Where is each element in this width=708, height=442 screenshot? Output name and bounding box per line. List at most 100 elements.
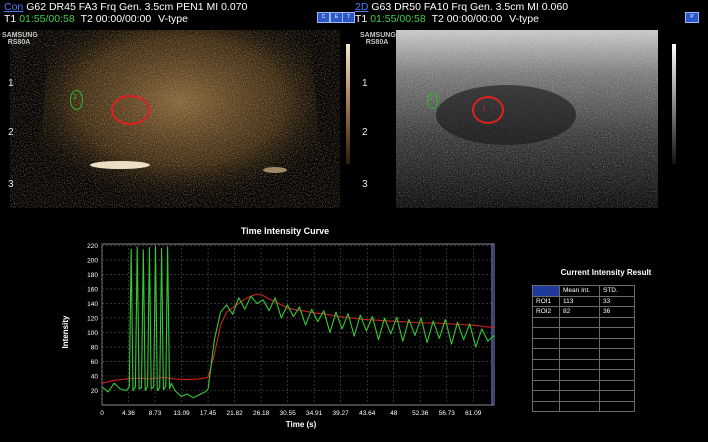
right-vtype: V-type bbox=[509, 13, 539, 25]
roi1-marker-left[interactable] bbox=[111, 95, 150, 125]
table-cell bbox=[559, 327, 600, 339]
right-params: G63 DR50 FA10 Frq Gen. 3.5cm MI 0.060 bbox=[371, 1, 569, 13]
table-cell bbox=[599, 358, 635, 370]
tic-panel: 0 4.36 8.73 13.09 17.45 21.82 26.18 30.55 34.91 3… bbox=[54, 238, 508, 430]
x-tick-label: 21.82 bbox=[226, 410, 243, 417]
right-header-line2: T1 01:55/00:58 T2 00:00/00:00 V-type bbox=[355, 13, 539, 25]
table-row bbox=[532, 358, 635, 370]
table-row bbox=[532, 327, 635, 339]
left-header-line1: Con G62 DR45 FA3 Frq Gen. 3.5cm PEN1 MI … bbox=[4, 1, 247, 13]
table-cell bbox=[599, 379, 635, 391]
y-tick-label: 220 bbox=[87, 243, 98, 250]
table-cell bbox=[599, 369, 635, 381]
table-cell bbox=[559, 348, 600, 360]
left-t2-value: 00:00/00:00 bbox=[95, 13, 152, 25]
table-cell bbox=[532, 316, 560, 328]
table-row bbox=[532, 337, 635, 349]
right-mode-label[interactable]: 2D bbox=[355, 1, 368, 13]
x-tick-label: 26.18 bbox=[253, 410, 270, 417]
x-tick-label: 30.55 bbox=[280, 410, 297, 417]
left-depth-2: 2 bbox=[8, 127, 14, 138]
roi1-marker-right[interactable] bbox=[472, 96, 504, 124]
mode-icon-right[interactable]: P bbox=[685, 12, 699, 23]
table-cell: 82 bbox=[559, 306, 600, 318]
right-depth-2: 2 bbox=[362, 127, 368, 138]
tic-chart[interactable]: 0 4.36 8.73 13.09 17.45 21.82 26.18 30.55 34.91 3… bbox=[54, 238, 508, 430]
table-cell bbox=[532, 348, 560, 360]
series-line-2 bbox=[101, 245, 495, 399]
device-label-left: SAMSUNG RS80A bbox=[2, 32, 38, 46]
right-t1-label: T1 bbox=[355, 13, 368, 25]
bmode-gray-bar bbox=[672, 44, 676, 164]
left-params: G62 DR45 FA3 Frq Gen. 3.5cm PEN1 MI 0.07… bbox=[26, 1, 248, 13]
left-vtype: V-type bbox=[158, 13, 188, 25]
left-t1-label: T1 bbox=[4, 13, 17, 25]
table-cell: 33 bbox=[599, 295, 635, 307]
left-t2-label: T2 bbox=[80, 13, 93, 25]
table-cell bbox=[559, 400, 600, 412]
tic-title-label: Time Intensity Curve bbox=[240, 226, 330, 236]
table-cell bbox=[559, 337, 600, 349]
left-header-line2: T1 01:55/00:58 T2 00:00/00:00 V-type bbox=[4, 13, 188, 25]
x-tick-label: 61.09 bbox=[465, 410, 482, 417]
x-tick-label: 56.73 bbox=[439, 410, 456, 417]
left-mode-label[interactable]: Con bbox=[4, 1, 23, 13]
result-title: Current Intensity Result bbox=[560, 268, 652, 277]
table-cell bbox=[599, 348, 635, 360]
right-depth-1: 1 bbox=[362, 78, 368, 89]
table-cell bbox=[559, 369, 600, 381]
table-cell bbox=[599, 327, 635, 339]
roi1-marker-left-label: 1 bbox=[121, 106, 125, 113]
table-row bbox=[532, 400, 635, 412]
x-tick-label: 13.09 bbox=[173, 410, 190, 417]
contrast-image[interactable] bbox=[10, 30, 340, 208]
table-cell: ROI1 bbox=[532, 295, 560, 307]
y-tick-label: 180 bbox=[87, 272, 98, 279]
mode-icon-left-c[interactable]: T bbox=[342, 12, 355, 23]
right-t2-value: 00:00/00:00 bbox=[446, 13, 503, 25]
x-tick-label: 43.64 bbox=[359, 410, 376, 417]
table-cell: 36 bbox=[599, 306, 635, 318]
table-cell bbox=[532, 369, 560, 381]
left-depth-3: 3 bbox=[8, 179, 14, 190]
right-t2-label: T2 bbox=[431, 13, 444, 25]
bmode-image[interactable] bbox=[396, 30, 658, 208]
x-tick-label: 4.36 bbox=[122, 410, 135, 417]
table-cell bbox=[532, 358, 560, 370]
right-t1-value: 01:55/00:58 bbox=[370, 13, 426, 25]
table-cell bbox=[532, 390, 560, 402]
contrast-color-bar bbox=[346, 44, 350, 164]
roi1-marker-right-label: 1 bbox=[482, 106, 486, 113]
table-row bbox=[532, 369, 635, 381]
y-tick-label: 80 bbox=[91, 344, 99, 351]
table-cell bbox=[599, 316, 635, 328]
result-header-cell: STD. bbox=[599, 285, 635, 297]
table-cell bbox=[559, 390, 600, 402]
roi2-marker-left-label: 2 bbox=[73, 94, 77, 101]
x-tick-label: 39.27 bbox=[333, 410, 350, 417]
bmode-image-canvas bbox=[396, 30, 658, 208]
y-tick-label: 100 bbox=[87, 330, 98, 337]
mode-icon-left-a[interactable]: C bbox=[317, 12, 330, 23]
y-tick-label: 120 bbox=[87, 315, 98, 322]
result-table: Mean Int. STD. ROI1 113 33 ROI2 82 36 bbox=[532, 285, 635, 412]
table-cell bbox=[559, 316, 600, 328]
right-depth-3: 3 bbox=[362, 179, 368, 190]
result-header-cell bbox=[532, 285, 560, 297]
table-row bbox=[532, 379, 635, 391]
y-tick-label: 140 bbox=[87, 301, 98, 308]
right-header-line1: 2D G63 DR50 FA10 Frq Gen. 3.5cm MI 0.060 bbox=[355, 1, 568, 13]
table-cell bbox=[599, 400, 635, 412]
table-cell bbox=[532, 400, 560, 412]
result-header-row: Mean Int. STD. bbox=[532, 285, 635, 297]
table-cell bbox=[599, 337, 635, 349]
table-cell: ROI2 bbox=[532, 306, 560, 318]
table-cell bbox=[532, 337, 560, 349]
table-cell bbox=[599, 390, 635, 402]
tic-ylabel: Intensity bbox=[61, 315, 70, 348]
table-row: ROI1 113 33 bbox=[532, 295, 635, 307]
left-depth-1: 1 bbox=[8, 78, 14, 89]
table-row bbox=[532, 348, 635, 360]
table-cell bbox=[532, 327, 560, 339]
left-t1-value: 01:55/00:58 bbox=[19, 13, 75, 25]
